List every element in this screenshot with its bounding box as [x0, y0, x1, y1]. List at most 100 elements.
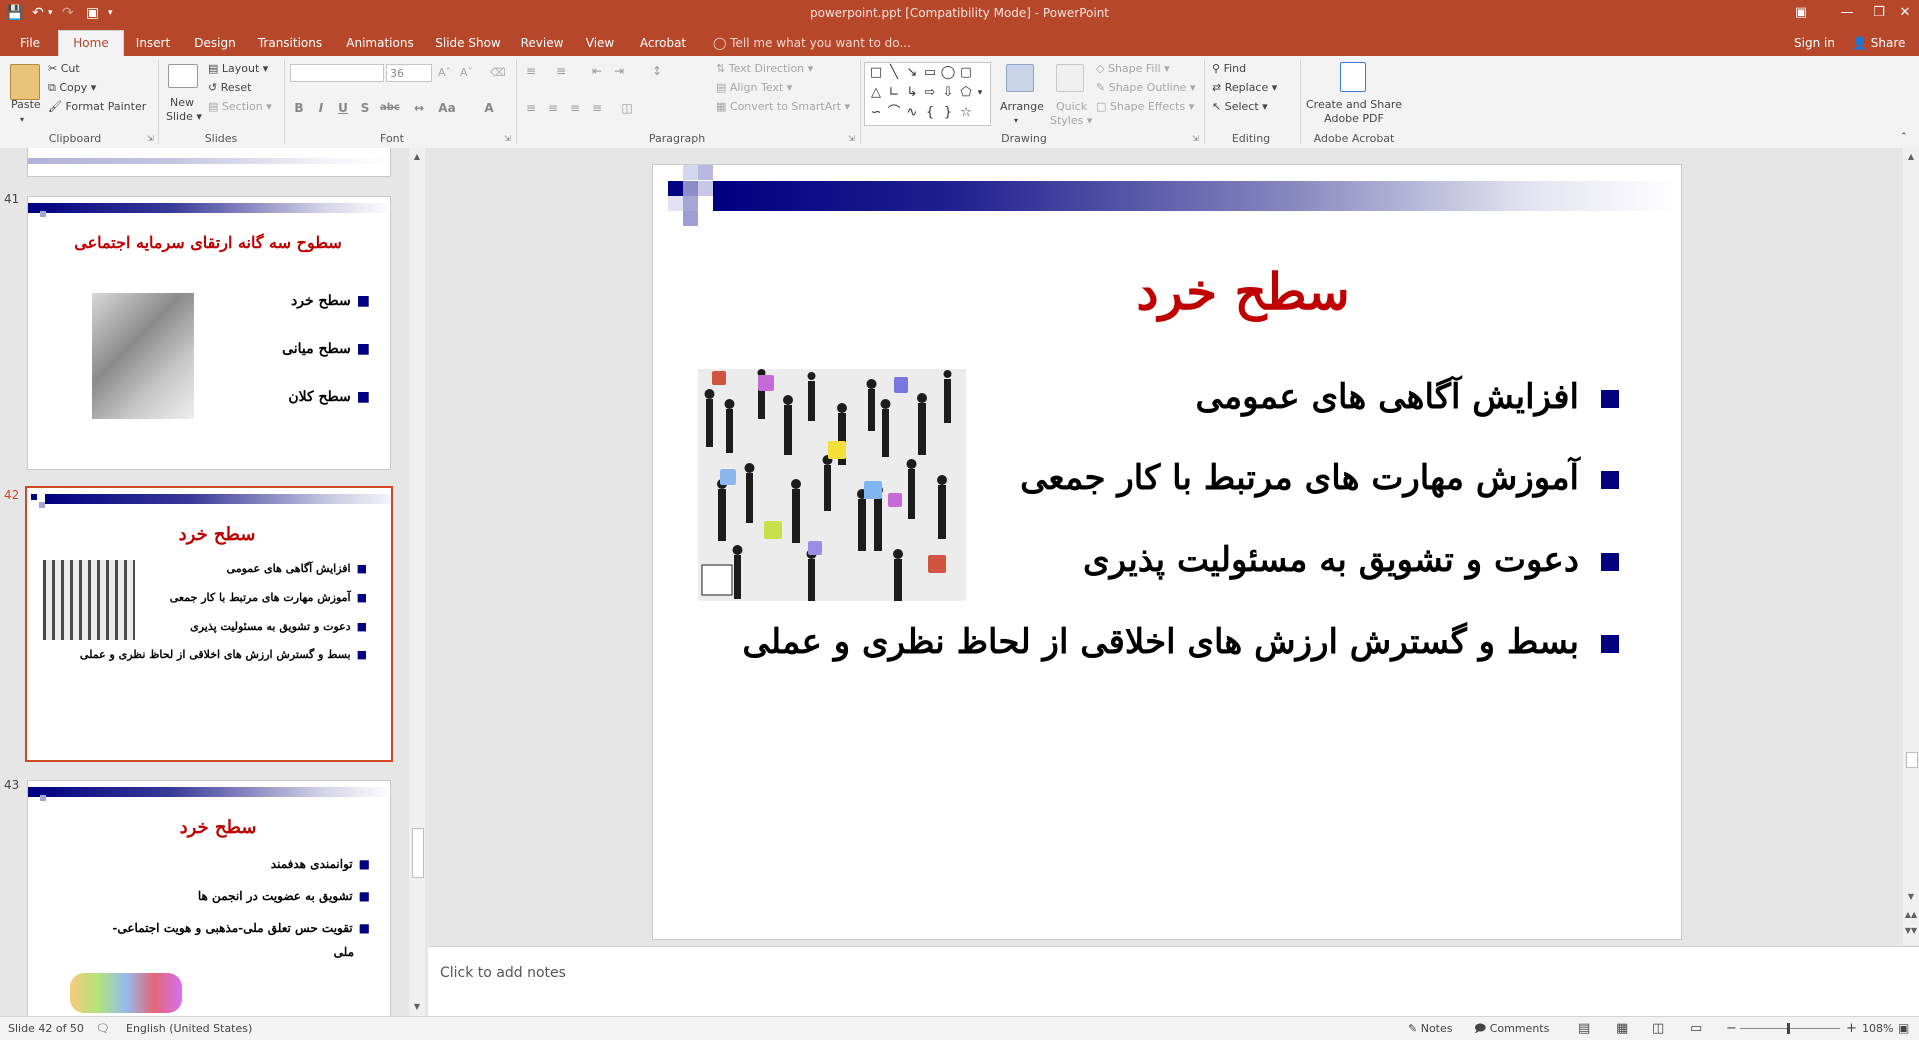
- tab-animations[interactable]: Animations: [340, 31, 420, 56]
- shapes-gallery[interactable]: □ ╲ ↘ ▭ ◯ ▢ △ ∟ ↳ ⇨ ⇩ ⬠ ∽ ⌒ ∿ { } ☆ ▾: [864, 62, 991, 126]
- bold-button[interactable]: B: [290, 99, 308, 117]
- tab-transitions[interactable]: Transitions: [252, 31, 328, 56]
- arrange-button[interactable]: Arrange: [1000, 98, 1044, 116]
- zoom-out-icon[interactable]: −: [1726, 1017, 1737, 1040]
- language-indicator[interactable]: English (United States): [126, 1017, 252, 1040]
- slide-title[interactable]: سطح خرد: [853, 255, 1633, 329]
- tab-design[interactable]: Design: [188, 31, 242, 56]
- paste-icon[interactable]: [10, 64, 40, 100]
- right-arrow-shape-icon[interactable]: ⇨: [921, 84, 939, 102]
- font-color-icon[interactable]: A: [480, 99, 498, 117]
- quick-styles-icon[interactable]: [1056, 64, 1084, 92]
- sign-in-link[interactable]: Sign in: [1794, 31, 1835, 56]
- scroll-down-icon[interactable]: ▼: [409, 1000, 425, 1014]
- rounded-rectangle-shape-icon[interactable]: ▢: [957, 64, 975, 82]
- reset-button[interactable]: ↺ Reset: [208, 79, 251, 97]
- change-case-icon[interactable]: Aa: [438, 99, 456, 117]
- shape-outline-button[interactable]: ✎ Shape Outline ▾: [1096, 79, 1196, 97]
- line-shape-icon[interactable]: ╲: [885, 64, 903, 82]
- decrease-font-icon[interactable]: Aˇ: [460, 64, 473, 82]
- ribbon-display-options-icon[interactable]: ▣: [1778, 0, 1824, 26]
- oval-shape-icon[interactable]: ◯: [939, 64, 957, 82]
- rectangle-shape-icon[interactable]: ▭: [921, 64, 939, 82]
- paste-dropdown-icon[interactable]: ▾: [20, 111, 24, 129]
- layout-button[interactable]: ▤ Layout ▾: [208, 60, 268, 78]
- shapes-more-icon[interactable]: ▾: [973, 84, 987, 102]
- slide-thumbnail-41[interactable]: سطوح سه گانه ارتقای سرمایه اجتماعی ■سطح …: [27, 196, 391, 470]
- align-left-icon[interactable]: ≡: [522, 99, 540, 117]
- reading-view-icon[interactable]: ◫: [1652, 1017, 1664, 1040]
- bullets-icon[interactable]: ≡: [522, 62, 540, 80]
- previous-slide-icon[interactable]: ▲▲: [1903, 908, 1919, 922]
- slide-bullet-3[interactable]: دعوت و تشویق به مسئولیت پذیری: [1083, 540, 1619, 580]
- shadow-button[interactable]: S: [356, 99, 374, 117]
- create-share-pdf-sublabel[interactable]: Adobe PDF: [1306, 110, 1402, 128]
- paragraph-launcher-icon[interactable]: ⇲: [848, 134, 855, 143]
- replace-button[interactable]: ⇄ Replace ▾: [1212, 79, 1277, 97]
- quick-styles-dropdown[interactable]: Styles ▾: [1050, 112, 1092, 130]
- format-painter-button[interactable]: 🖌 Format Painter: [48, 98, 146, 116]
- copy-button[interactable]: ⧉ Copy ▾: [48, 79, 96, 97]
- slide-thumbnail-40[interactable]: [27, 148, 391, 177]
- slide-thumbnail-42[interactable]: سطح خرد ■افزایش آگاهی های عمومی ■آموزش م…: [25, 486, 393, 762]
- tab-review[interactable]: Review: [516, 31, 568, 56]
- increase-indent-icon[interactable]: ⇥: [610, 62, 628, 80]
- slide-show-icon[interactable]: ▭: [1690, 1017, 1702, 1040]
- section-button[interactable]: ▤ Section ▾: [208, 98, 272, 116]
- current-slide[interactable]: سطح خرد افزایش آگاهی های عمومی آموزش مها…: [652, 164, 1682, 940]
- notes-placeholder[interactable]: Click to add notes: [440, 965, 566, 981]
- underline-button[interactable]: U: [334, 99, 352, 117]
- clear-formatting-icon[interactable]: ⌫: [490, 64, 506, 82]
- scroll-thumb[interactable]: [412, 828, 424, 878]
- zoom-in-icon[interactable]: +: [1846, 1017, 1857, 1040]
- elbow-arrow-shape-icon[interactable]: ↳: [903, 84, 921, 102]
- align-right-icon[interactable]: ≡: [566, 99, 584, 117]
- text-direction-button[interactable]: ⇅ Text Direction ▾: [716, 60, 813, 78]
- arrange-icon[interactable]: [1006, 64, 1034, 92]
- new-slide-dropdown[interactable]: Slide ▾: [166, 108, 202, 126]
- slide-bullet-2[interactable]: آموزش مهارت های مرتبط با کار جمعی: [1020, 458, 1619, 498]
- select-button[interactable]: ↖ Select ▾: [1212, 98, 1268, 116]
- shape-effects-button[interactable]: □ Shape Effects ▾: [1096, 98, 1194, 116]
- tab-view[interactable]: View: [578, 31, 622, 56]
- freeform-shape-icon[interactable]: ∿: [903, 104, 921, 122]
- convert-smartart-button[interactable]: ▦ Convert to SmartArt ▾: [716, 98, 850, 116]
- tab-home[interactable]: Home: [58, 30, 124, 57]
- drawing-launcher-icon[interactable]: ⇲: [1192, 134, 1199, 143]
- decrease-indent-icon[interactable]: ⇤: [588, 62, 606, 80]
- tab-acrobat[interactable]: Acrobat: [632, 31, 694, 56]
- slide-bullet-1[interactable]: افزایش آگاهی های عمومی: [1196, 377, 1619, 417]
- triangle-shape-icon[interactable]: △: [867, 84, 885, 102]
- scroll-thumb[interactable]: [1906, 752, 1918, 768]
- people-crowd-image[interactable]: [698, 369, 966, 601]
- font-name-combo[interactable]: [290, 64, 384, 82]
- strikethrough-button[interactable]: abc: [380, 99, 400, 117]
- spell-check-icon[interactable]: 🗨: [96, 1017, 110, 1040]
- tab-slide-show[interactable]: Slide Show: [430, 31, 506, 56]
- elbow-connector-shape-icon[interactable]: ∟: [885, 84, 903, 102]
- numbering-icon[interactable]: ≡: [552, 62, 570, 80]
- align-center-icon[interactable]: ≡: [544, 99, 562, 117]
- italic-button[interactable]: I: [312, 99, 330, 117]
- zoom-level[interactable]: 108%: [1862, 1017, 1893, 1040]
- scroll-up-icon[interactable]: ▲: [409, 150, 425, 164]
- clipboard-launcher-icon[interactable]: ⇲: [147, 134, 154, 143]
- arc-shape-icon[interactable]: ⌒: [885, 104, 903, 122]
- collapse-ribbon-icon[interactable]: ⌃: [1900, 128, 1908, 146]
- character-spacing-icon[interactable]: ↔: [410, 99, 428, 117]
- scroll-up-icon[interactable]: ▲: [1903, 150, 1919, 164]
- increase-font-icon[interactable]: Aˆ: [438, 64, 451, 82]
- new-slide-icon[interactable]: [168, 64, 198, 88]
- notes-pane[interactable]: Click to add notes: [428, 946, 1919, 1017]
- justify-icon[interactable]: ≡: [588, 99, 606, 117]
- right-brace-shape-icon[interactable]: }: [939, 104, 957, 122]
- create-pdf-icon[interactable]: [1340, 62, 1366, 92]
- slide-scrollbar[interactable]: ▲ ▼ ▲▲ ▼▼: [1903, 148, 1919, 945]
- textbox-shape-icon[interactable]: □: [867, 64, 885, 82]
- down-arrow-shape-icon[interactable]: ⇩: [939, 84, 957, 102]
- slide-bullet-4[interactable]: بسط و گسترش ارزش های اخلاقی از لحاظ نظری…: [742, 622, 1619, 662]
- notes-toggle[interactable]: ✎ Notes: [1408, 1017, 1453, 1040]
- slide-thumbnail-43[interactable]: سطح خرد ■توانمندی هدفمند ■تشویق به عضویت…: [27, 780, 391, 1017]
- next-slide-icon[interactable]: ▼▼: [1903, 924, 1919, 938]
- zoom-slider[interactable]: [1740, 1028, 1840, 1029]
